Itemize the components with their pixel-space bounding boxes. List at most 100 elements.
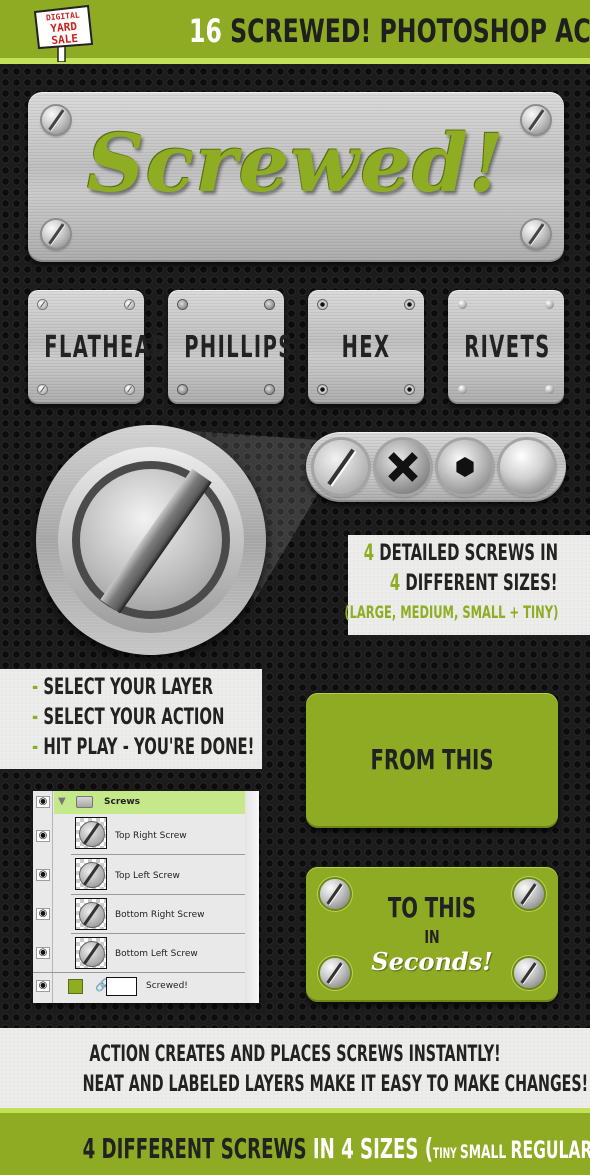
layer-thumbnail	[75, 858, 107, 890]
tile-flathead: FLATHEAD	[28, 290, 169, 404]
layer-thumbnail	[75, 898, 107, 930]
layer-name: Top Left Screw	[115, 871, 180, 881]
size-small: SMALL	[459, 1141, 511, 1163]
sizes-line-1: 4 DETAILED SCREWS IN	[364, 541, 558, 566]
layer-name: Screwed!	[146, 981, 188, 991]
layer-row[interactable]: Top Right Screw	[33, 814, 245, 853]
step-item: - HIT PLAY - YOU'RE DONE!	[32, 735, 254, 760]
layer-name: Bottom Right Screw	[115, 910, 205, 920]
step-text: SELECT YOUR LAYER	[38, 675, 214, 700]
yard-sale-logo: DIGITAL YARD SALE	[33, 4, 94, 62]
folder-icon	[76, 796, 93, 808]
layer-row[interactable]: Bottom Left Screw	[33, 934, 245, 973]
size-regular: REGULAR	[510, 1136, 590, 1164]
rivet-icon	[545, 300, 554, 309]
title-text: SCREWED! PHOTOSHOP ACTIONS	[230, 12, 590, 50]
expand-triangle-icon[interactable]: ▼	[58, 796, 66, 807]
rivet-icon	[458, 300, 467, 309]
phillips-screw-icon	[265, 385, 274, 394]
phillips-screw-icon	[178, 300, 187, 309]
phillips-screw-icon	[178, 385, 187, 394]
footer-light-text: IN 4 SIZES (	[312, 1132, 434, 1165]
layers-panel: ▼ Screws ◉ Top Right Screw ◉ Top Left Sc…	[33, 791, 259, 1003]
hex-screw-icon	[438, 440, 492, 494]
count-number: 4	[390, 571, 401, 596]
tile-hex: HEX	[308, 290, 424, 404]
tile-label: RIVETS	[464, 330, 551, 365]
layer-mask	[106, 977, 137, 996]
fill-color-swatch	[68, 979, 83, 994]
logo-line3: SALE	[51, 32, 79, 47]
hex-screw-icon	[318, 300, 327, 309]
bottom-line-2: NEAT AND LABELED LAYERS MAKE IT EASY TO …	[82, 1072, 589, 1097]
footer-text: 4 DIFFERENT SCREWS IN 4 SIZES (TINY SMAL…	[82, 1127, 590, 1167]
from-this-plate: FROM THIS	[306, 693, 558, 828]
tile-label: FLATHEAD	[44, 330, 169, 365]
sizes-text: DETAILED SCREWS IN	[374, 541, 558, 566]
phillips-screw-icon	[376, 440, 430, 494]
page-title: 16 SCREWED! PHOTOSHOP ACTIONS	[189, 12, 590, 50]
eye-icon[interactable]: ◉	[36, 908, 50, 920]
hex-screw-icon	[405, 300, 414, 309]
footer-banner: 4 DIFFERENT SCREWS IN 4 SIZES (TINY SMAL…	[0, 1113, 590, 1175]
eye-icon[interactable]: ◉	[36, 869, 50, 881]
layer-name: Top Right Screw	[115, 831, 187, 841]
size-tiny: TINY	[433, 1146, 460, 1162]
rivet-icon	[500, 440, 554, 494]
flathead-screw-icon	[125, 385, 134, 394]
flathead-screw-icon	[125, 300, 134, 309]
bottom-line-1: ACTION CREATES AND PLACES SCREWS INSTANT…	[89, 1042, 501, 1067]
in-label: IN	[424, 927, 440, 948]
step-text: HIT PLAY - YOU'RE DONE!	[38, 735, 255, 760]
seconds-label: Seconds!	[371, 947, 493, 976]
bottom-info-box: ACTION CREATES AND PLACES SCREWS INSTANT…	[0, 1028, 590, 1108]
layer-row[interactable]: 🔗 Screwed!	[33, 973, 245, 1003]
step-item: - SELECT YOUR LAYER	[32, 675, 213, 700]
layer-row[interactable]: Bottom Right Screw	[33, 895, 245, 934]
sizes-info-box: 4 DETAILED SCREWS IN 4 DIFFERENT SIZES! …	[344, 535, 590, 635]
layer-name: Screws	[104, 797, 141, 807]
flathead-screw-icon	[38, 385, 47, 394]
rivet-icon	[545, 385, 554, 394]
eye-icon[interactable]: ◉	[36, 796, 50, 808]
steps-info-box: - SELECT YOUR LAYER - SELECT YOUR ACTION…	[0, 669, 262, 769]
flathead-screw-icon	[38, 300, 47, 309]
phillips-screw-icon	[265, 300, 274, 309]
count-number: 4	[363, 541, 375, 566]
footer-dark-text: 4 DIFFERENT SCREWS	[82, 1132, 313, 1165]
hex-screw-icon	[405, 385, 414, 394]
screw-slot	[100, 468, 212, 614]
tile-phillips: PHILLIPS	[168, 290, 294, 404]
step-item: - SELECT YOUR ACTION	[32, 705, 224, 730]
screw-ring	[58, 447, 244, 633]
screwed-logo-text: Screwed!	[86, 116, 506, 210]
layer-thumbnail	[75, 937, 107, 969]
eye-icon[interactable]: ◉	[36, 830, 50, 842]
layer-row[interactable]: Top Left Screw	[33, 855, 245, 894]
screw-type-bar	[306, 432, 566, 502]
step-text: SELECT YOUR ACTION	[38, 705, 225, 730]
flathead-screw-icon	[42, 220, 70, 248]
tile-rivets: RIVETS	[448, 290, 564, 404]
layer-thumbnail	[75, 817, 107, 849]
eye-icon[interactable]: ◉	[36, 947, 50, 959]
layer-name: Bottom Left Screw	[115, 949, 198, 959]
rivet-icon	[458, 385, 467, 394]
flathead-screw-icon	[522, 220, 550, 248]
to-this-plate: TO THIS IN Seconds!	[306, 867, 558, 1002]
flathead-screw-icon	[314, 440, 368, 494]
layer-group-screws[interactable]: ▼ Screws	[54, 791, 245, 814]
tile-label: PHILLIPS	[184, 330, 294, 365]
to-this-label: TO THIS	[387, 891, 477, 924]
title-number: 16	[189, 12, 222, 50]
tile-label: HEX	[341, 330, 391, 365]
layers-scrollbar[interactable]	[245, 791, 259, 1003]
eye-icon[interactable]: ◉	[36, 980, 50, 992]
screw-head	[72, 461, 230, 619]
from-this-label: FROM THIS	[370, 743, 494, 776]
sizes-line-2: 4 DIFFERENT SIZES!	[390, 571, 558, 596]
hex-screw-icon	[318, 385, 327, 394]
main-metal-plate: Screwed!	[28, 92, 564, 262]
sizes-line-3: (LARGE, MEDIUM, SMALL + TINY)	[344, 603, 558, 623]
sizes-text: DIFFERENT SIZES!	[400, 571, 558, 596]
